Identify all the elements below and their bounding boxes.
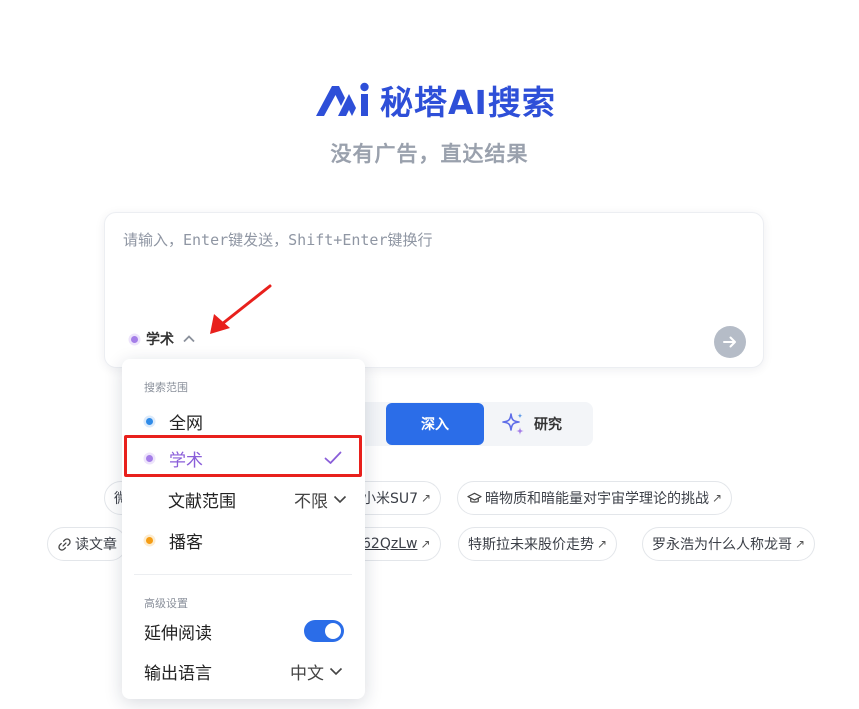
external-arrow-icon: ↗ <box>420 537 431 551</box>
external-arrow-icon: ↗ <box>795 537 806 551</box>
scope-dropdown: 搜索范围 全网 学术 文献范围 不限 播客 高级设置 延伸阅读 输出语言 中文 <box>122 359 365 699</box>
literature-scope-value-text: 不限 <box>294 491 328 512</box>
scope-option-academic[interactable]: 学术 <box>132 440 356 476</box>
output-language-select[interactable]: 中文 <box>290 659 344 684</box>
suggestion-text: 罗永浩为什么人称龙哥 <box>652 537 792 553</box>
chevron-down-icon <box>329 667 343 676</box>
suggestion-chip[interactable]: 暗物质和暗能量对宇宙学理论的挑战 ↗ <box>457 481 733 515</box>
sparkle-icon <box>502 413 524 435</box>
suggestion-text: 特斯拉未来股价走势 <box>468 537 594 553</box>
logo-text: 秘塔AI搜索 <box>380 83 556 122</box>
logo: 秘塔AI搜索 <box>314 76 556 124</box>
arrow-right-icon <box>723 336 736 348</box>
scope-option-podcast[interactable]: 播客 <box>132 522 356 558</box>
scope-selector-label: 学术 <box>146 332 174 348</box>
literature-scope-value[interactable]: 不限 <box>294 487 348 512</box>
external-arrow-icon: ↗ <box>597 537 608 551</box>
suggestion-text: 62QzLw <box>362 536 418 552</box>
extended-reading-toggle[interactable] <box>304 620 344 642</box>
suggestion-text: 小米SU7 <box>362 491 419 507</box>
divider <box>134 574 352 575</box>
research-mode-label: 研究 <box>534 417 562 433</box>
output-language-row: 输出语言 中文 <box>144 658 344 684</box>
tagline: 没有广告，直达结果 <box>330 142 529 166</box>
send-button[interactable] <box>714 326 746 358</box>
scope-option-label: 全网 <box>169 413 203 434</box>
suggestion-chip[interactable]: 特斯拉未来股价走势 ↗ <box>458 527 618 561</box>
search-box: 学术 <box>104 212 764 368</box>
academic-dot-icon <box>131 335 138 343</box>
podcast-dot-icon <box>146 536 153 544</box>
academic-dot-icon <box>146 454 153 462</box>
output-language-label: 输出语言 <box>144 663 212 684</box>
scope-option-label: 学术 <box>169 450 203 471</box>
web-dot-icon <box>146 417 153 425</box>
metaso-logo-icon <box>316 82 369 116</box>
link-icon <box>58 537 71 551</box>
external-arrow-icon: ↗ <box>712 491 723 505</box>
check-icon <box>324 451 342 464</box>
suggestion-chip[interactable]: 读文章 <box>47 527 127 561</box>
chevron-down-icon <box>333 495 347 504</box>
output-language-value: 中文 <box>290 663 324 684</box>
chevron-up-icon <box>183 335 195 343</box>
scope-option-web[interactable]: 全网 <box>132 403 356 439</box>
search-input[interactable] <box>123 229 723 289</box>
advanced-section-title: 高级设置 <box>144 597 188 610</box>
external-arrow-icon: ↗ <box>421 491 432 505</box>
extended-reading-label: 延伸阅读 <box>144 623 212 644</box>
suggestion-text: 暗物质和暗能量对宇宙学理论的挑战 <box>485 491 709 507</box>
deep-mode-button[interactable]: 深入 <box>386 403 484 445</box>
scope-option-label: 播客 <box>169 532 203 553</box>
scope-selector[interactable]: 学术 <box>131 329 196 349</box>
literature-scope-label: 文献范围 <box>168 491 236 512</box>
suggestion-text: 读文章 <box>75 537 117 553</box>
mode-selector: 深入 研究 <box>348 402 593 446</box>
suggestion-chip[interactable]: 罗永浩为什么人称龙哥 ↗ <box>642 527 816 561</box>
literature-scope-row[interactable]: 文献范围 不限 <box>168 487 348 512</box>
toggle-knob <box>325 623 341 639</box>
research-mode-button[interactable]: 研究 <box>490 403 572 445</box>
extended-reading-row: 延伸阅读 <box>144 618 344 644</box>
graduation-cap-icon <box>467 492 482 503</box>
scope-section-title: 搜索范围 <box>144 381 188 394</box>
